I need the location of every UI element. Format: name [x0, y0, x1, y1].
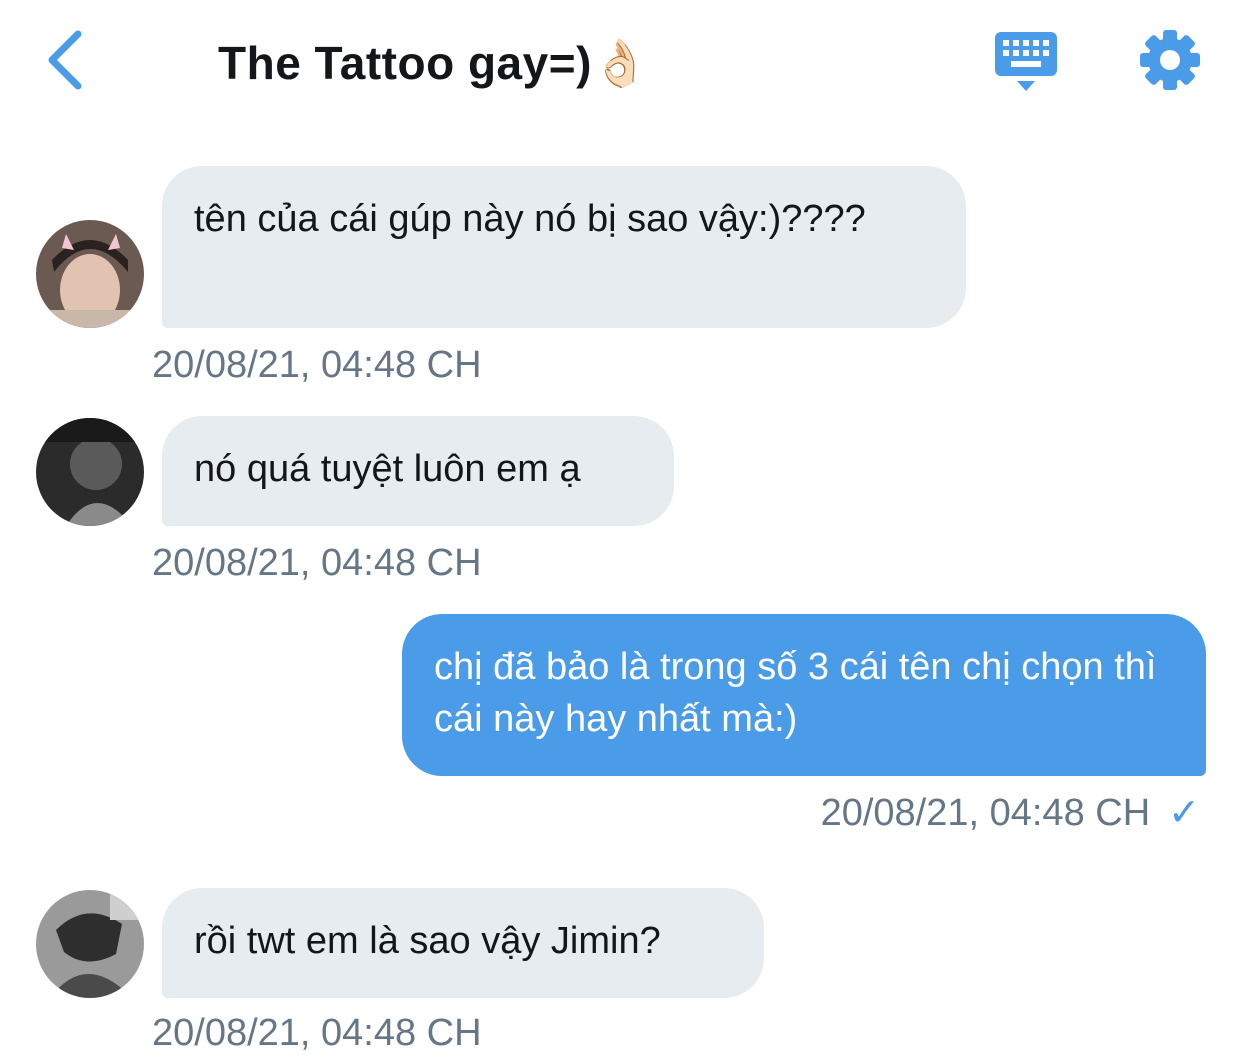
read-receipt-icon: ✓: [1168, 792, 1200, 834]
message-timestamp: 20/08/21, 04:48 CH: [152, 1012, 482, 1054]
message-bubble-outgoing[interactable]: chị đã bảo là trong số 3 cái tên chị chọ…: [402, 614, 1206, 776]
message-timestamp: 20/08/21, 04:48 CH: [152, 542, 482, 584]
keyboard-button[interactable]: [994, 30, 1058, 94]
avatar-photo: [36, 418, 144, 526]
keyboard-icon: [995, 32, 1057, 91]
message-text: tên của cái gúp này nó bị sao vậy:)????: [194, 198, 866, 240]
sender-avatar[interactable]: [36, 220, 144, 328]
avatar-photo: [36, 890, 144, 998]
message-bubble-incoming[interactable]: rồi twt em là sao vậy Jimin?: [162, 888, 764, 998]
message-timestamp: 20/08/21, 04:48 CH: [820, 792, 1151, 834]
message-bubble-incoming[interactable]: nó quá tuyệt luôn em ạ: [162, 416, 674, 526]
message-timestamp: 20/08/21, 04:48 CH: [152, 344, 482, 386]
back-button[interactable]: [40, 28, 96, 92]
conversation-title[interactable]: The Tattoo gay=)👌🏻: [218, 36, 650, 91]
message-meta-outgoing: 20/08/21, 04:48 CH ✓: [821, 790, 1200, 835]
sender-avatar[interactable]: [36, 890, 144, 998]
message-text: rồi twt em là sao vậy Jimin?: [194, 920, 661, 962]
gear-icon: [1140, 30, 1200, 90]
chat-header: The Tattoo gay=)👌🏻: [0, 0, 1242, 130]
message-text: chị đã bảo là trong số 3 cái tên chị chọ…: [434, 646, 1157, 740]
message-text: nó quá tuyệt luôn em ạ: [194, 448, 581, 490]
avatar-photo: [36, 220, 144, 328]
sender-avatar[interactable]: [36, 418, 144, 526]
message-bubble-incoming[interactable]: tên của cái gúp này nó bị sao vậy:)????: [162, 166, 966, 328]
chevron-left-icon: [48, 30, 82, 90]
settings-button[interactable]: [1138, 28, 1202, 92]
